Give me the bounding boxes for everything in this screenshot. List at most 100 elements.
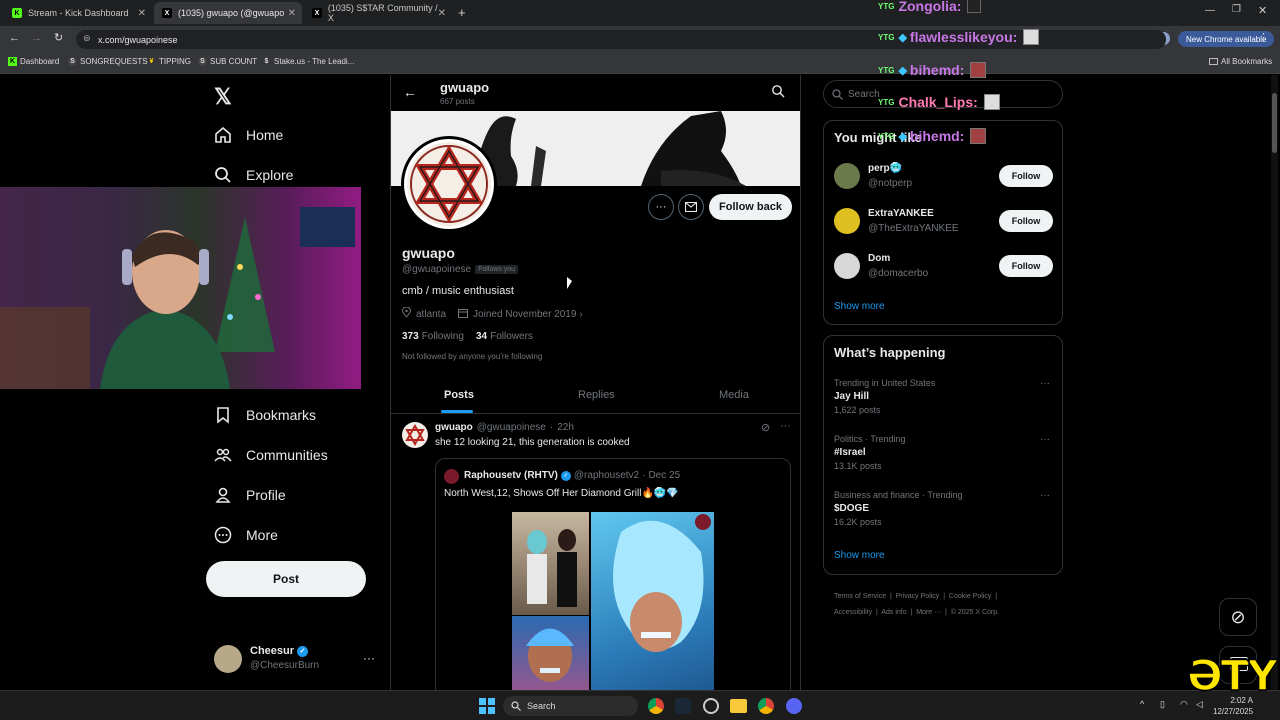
quoted-media-grid[interactable] — [512, 512, 714, 695]
media-image-3[interactable] — [591, 512, 714, 695]
trend-item[interactable]: Business and finance · Trending $DOGE 16… — [834, 490, 963, 527]
show-more-link[interactable]: Show more — [834, 301, 885, 312]
suggested-user-name[interactable]: ExtraYANKEE — [868, 208, 934, 219]
show-more-link[interactable]: Show more — [834, 550, 885, 561]
post-time[interactable]: 22h — [557, 422, 574, 433]
post-button[interactable]: Post — [206, 561, 366, 597]
window-close-icon[interactable]: ✕ — [1258, 4, 1267, 17]
browser-tab-gwuapo[interactable]: X (1035) gwuapo (@gwuapo ✕ — [154, 2, 302, 24]
bookmark-dashboard[interactable]: K Dashboard — [8, 57, 59, 66]
steam-taskbar-icon[interactable] — [675, 698, 691, 714]
obs-taskbar-icon[interactable] — [703, 698, 719, 714]
tab-posts[interactable]: Posts — [444, 389, 474, 401]
taskbar-search[interactable]: Search — [503, 696, 638, 716]
nav-more[interactable]: More — [214, 526, 278, 544]
footer-ads-info[interactable]: Ads info — [881, 609, 906, 616]
nav-explore[interactable]: Explore — [214, 166, 293, 184]
suggested-user-handle[interactable]: @notperp — [868, 178, 912, 189]
new-tab-icon[interactable]: + — [458, 5, 466, 20]
account-avatar[interactable] — [214, 645, 242, 673]
grok-button[interactable]: ⊘ — [1219, 598, 1257, 636]
windows-start-icon[interactable] — [479, 698, 495, 714]
follow-button[interactable]: Follow — [999, 165, 1053, 187]
maximize-icon[interactable]: ❐ — [1232, 4, 1241, 15]
reload-icon[interactable]: ↻ — [54, 31, 63, 44]
media-image-1[interactable] — [512, 512, 589, 615]
account-more-icon[interactable]: ··· — [363, 651, 375, 665]
nav-communities[interactable]: Communities — [214, 446, 328, 464]
post-author-avatar[interactable] — [402, 422, 428, 448]
trend-item[interactable]: Politics · Trending #Israel 13.1K posts — [834, 434, 906, 471]
account-name[interactable]: Cheesur ✓ — [250, 645, 309, 657]
suggested-user-handle[interactable]: @TheExtraYANKEE — [868, 223, 959, 234]
post-author-name[interactable]: gwuapo — [435, 422, 473, 433]
tab-replies[interactable]: Replies — [578, 389, 615, 401]
chrome-taskbar-icon-2[interactable] — [758, 698, 774, 714]
all-bookmarks[interactable]: All Bookmarks — [1209, 57, 1272, 66]
trend-item[interactable]: Trending in United States Jay Hill 1,622… — [834, 378, 935, 415]
suggested-user-name[interactable]: perp🥶 — [868, 163, 902, 174]
footer-more[interactable]: More ··· — [916, 609, 941, 616]
back-arrow-icon[interactable]: ← — [403, 84, 417, 100]
forward-icon[interactable]: → — [31, 32, 42, 44]
profile-avatar[interactable] — [401, 136, 497, 232]
trend-more-icon[interactable]: ··· — [1040, 378, 1050, 389]
folder-icon — [1209, 58, 1218, 65]
quoted-post[interactable]: Raphousetv (RHTV) ✓ @raphousetv2 · Dec 2… — [435, 458, 791, 695]
follow-back-button[interactable]: Follow back — [709, 194, 792, 220]
footer-cookie[interactable]: Cookie Policy — [949, 593, 991, 600]
follow-button[interactable]: Follow — [999, 255, 1053, 277]
discord-taskbar-icon[interactable] — [786, 698, 802, 714]
wifi-icon[interactable]: ◠ — [1180, 699, 1188, 710]
trend-more-icon[interactable]: ··· — [1040, 490, 1050, 501]
trend-more-icon[interactable]: ··· — [1040, 434, 1050, 445]
x-logo-icon[interactable]: 𝕏 — [214, 84, 232, 110]
suggested-user-name[interactable]: Dom — [868, 253, 890, 264]
footer-privacy[interactable]: Privacy Policy — [896, 593, 940, 600]
suggested-user-handle[interactable]: @domacerbo — [868, 268, 928, 279]
suggested-user-avatar[interactable] — [834, 208, 860, 234]
media-image-2[interactable] — [512, 616, 589, 695]
file-explorer-taskbar-icon[interactable] — [730, 699, 747, 713]
tray-icon[interactable]: ▯ — [1160, 699, 1165, 710]
followers-stat[interactable]: 34 Followers — [476, 331, 533, 342]
nav-profile[interactable]: Profile — [214, 486, 286, 504]
bookmark-songrequests[interactable]: S SONGREQUESTS — [68, 57, 148, 66]
scrollbar-thumb[interactable] — [1272, 93, 1277, 153]
search-icon[interactable] — [771, 84, 785, 103]
chrome-taskbar-icon[interactable] — [648, 698, 664, 714]
bookmark-tipping[interactable]: ¥ TIPPING — [147, 57, 191, 66]
bookmark-sub-count[interactable]: S SUB COUNT — [198, 57, 257, 66]
browser-tab-star-community[interactable]: X (1035) S$TAR Community / X ✕ — [304, 2, 452, 24]
close-icon[interactable]: ✕ — [138, 8, 146, 19]
tray-chevron-icon[interactable]: ^ — [1140, 699, 1144, 709]
minimize-icon[interactable]: — — [1205, 5, 1215, 16]
suggested-user-avatar[interactable] — [834, 253, 860, 279]
message-button[interactable] — [678, 194, 704, 220]
volume-icon[interactable]: ◁ — [1196, 699, 1203, 710]
bookmark-stake[interactable]: $ Stake.us - The Leadi... — [262, 57, 355, 66]
close-icon[interactable]: ✕ — [438, 8, 446, 19]
profile-column: ← gwuapo 667 posts ··· Follow back gwuap… — [390, 75, 801, 695]
page-scrollbar[interactable] — [1271, 75, 1278, 690]
tab-media[interactable]: Media — [719, 389, 749, 401]
nav-bookmarks[interactable]: Bookmarks — [214, 406, 316, 424]
nav-home[interactable]: Home — [214, 126, 283, 144]
footer-terms[interactable]: Terms of Service — [834, 593, 886, 600]
back-icon[interactable]: ← — [9, 32, 20, 44]
follow-button[interactable]: Follow — [999, 210, 1053, 232]
chrome-menu-icon[interactable]: ⋮ — [1258, 31, 1269, 44]
post-author-handle[interactable]: @gwuapoinese — [477, 422, 546, 433]
grok-icon[interactable]: ⊘ — [761, 421, 770, 434]
profile-icon — [214, 486, 232, 504]
trend-context: Business and finance · Trending — [834, 490, 963, 500]
chat-message: YTG ◆ bihemd: — [878, 128, 987, 144]
site-info-icon[interactable]: ⊜ — [83, 33, 91, 44]
following-stat[interactable]: 373 Following — [402, 331, 464, 342]
more-options-button[interactable]: ··· — [648, 194, 674, 220]
footer-accessibility[interactable]: Accessibility — [834, 609, 872, 616]
close-icon[interactable]: ✕ — [288, 8, 296, 19]
suggested-user-avatar[interactable] — [834, 163, 860, 189]
browser-tab-kick[interactable]: K Stream - Kick Dashboard ✕ — [4, 2, 152, 24]
post-more-icon[interactable]: ··· — [780, 420, 791, 432]
